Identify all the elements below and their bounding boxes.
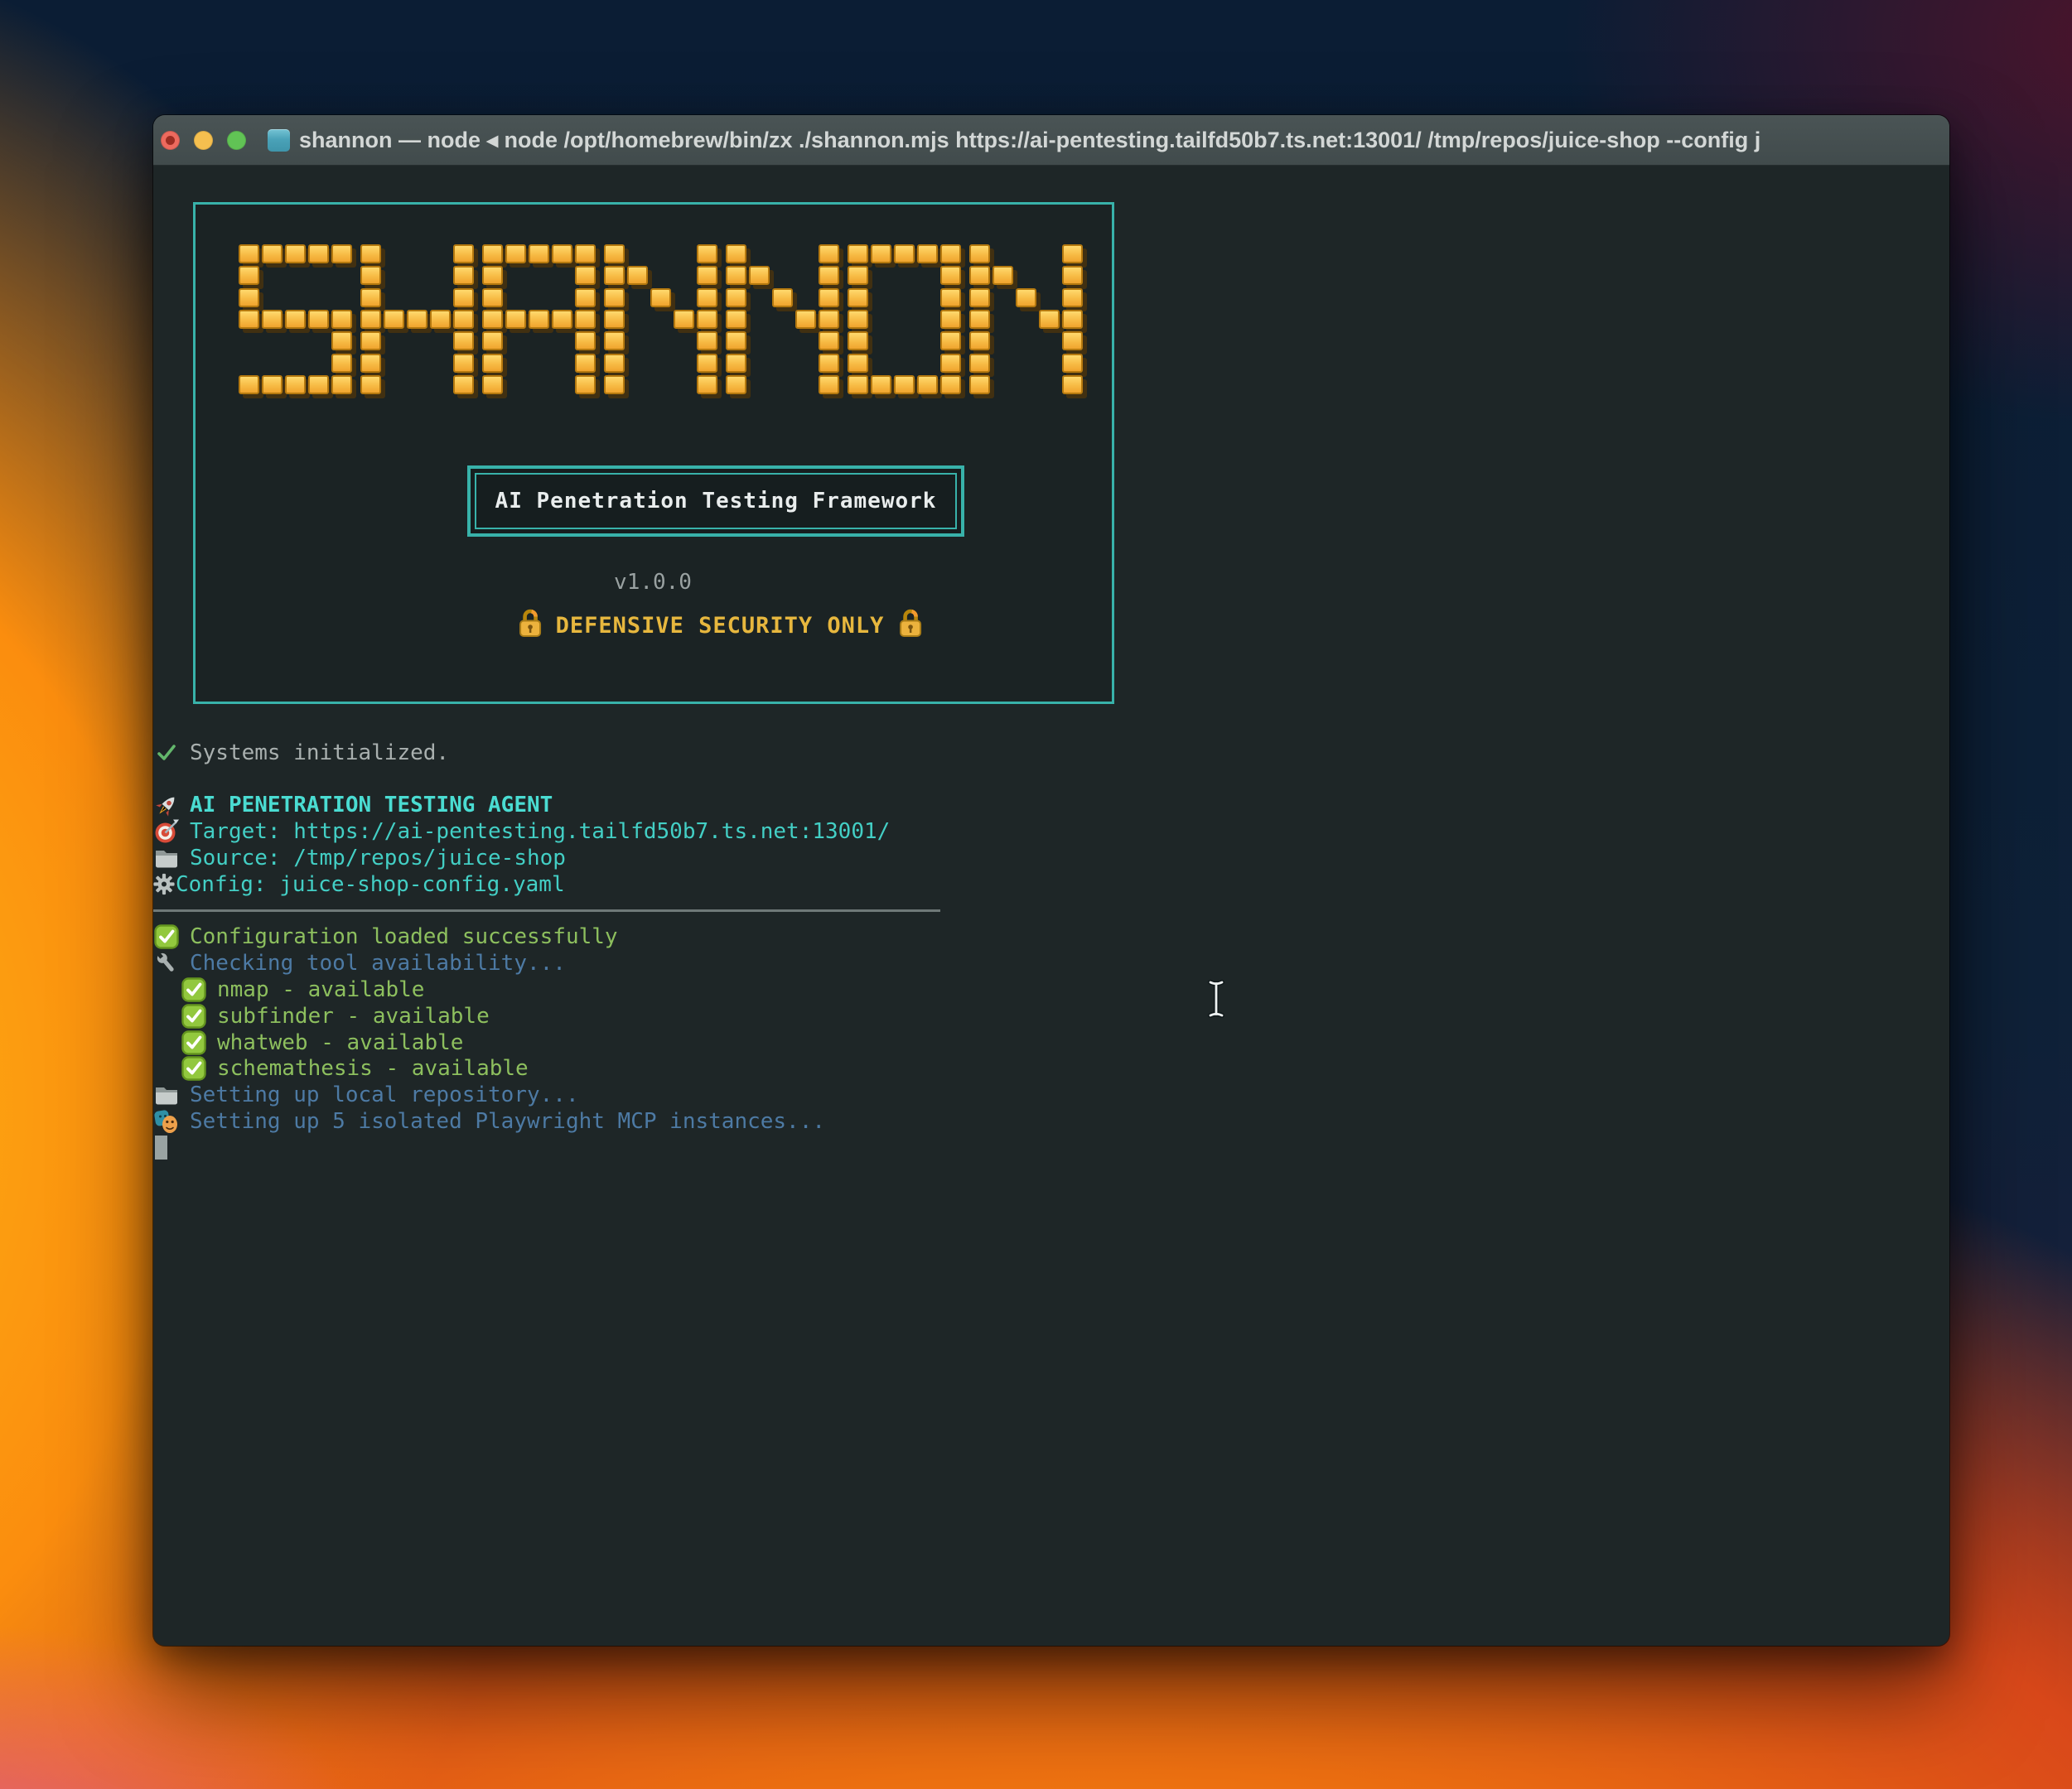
terminal-line-text: schemathesis - available — [217, 1056, 529, 1081]
terminal-line: subfinder - available — [153, 1003, 1941, 1030]
terminal-line-text: Source: /tmp/repos/juice-shop — [190, 846, 566, 870]
check-box-icon — [153, 924, 180, 949]
check-box-icon — [181, 1056, 207, 1081]
minimize-button[interactable] — [194, 131, 213, 150]
terminal-blank-line — [153, 766, 1941, 793]
terminal-line: Setting up local repository... — [153, 1082, 1941, 1108]
terminal-line: Config: juice-shop-config.yaml — [153, 871, 1941, 898]
terminal-line: Source: /tmp/repos/juice-shop — [153, 845, 1941, 871]
titlebar[interactable]: shannon — node ◂ node /opt/homebrew/bin/… — [153, 115, 1949, 166]
version-label: v1.0.0 — [614, 570, 692, 595]
terminal-line: Checking tool availability... — [153, 950, 1941, 976]
terminal-window: shannon — node ◂ node /opt/homebrew/bin/… — [153, 115, 1949, 1646]
ascii-letter-S — [238, 244, 354, 396]
terminal-line: AI PENETRATION TESTING AGENT — [153, 793, 1941, 819]
masks-icon — [153, 1108, 180, 1135]
ascii-letter-A — [481, 244, 597, 396]
lock-icon — [895, 607, 925, 644]
ascii-letter-N — [603, 244, 719, 396]
shannon-ascii-art — [238, 244, 1084, 396]
security-line: DEFENSIVE SECURITY ONLY — [515, 607, 925, 644]
terminal-line: whatweb - available — [153, 1030, 1941, 1056]
terminal-line-text: Setting up local repository... — [190, 1083, 579, 1107]
ascii-letter-N — [725, 244, 841, 396]
desktop-wallpaper: shannon — node ◂ node /opt/homebrew/bin/… — [0, 0, 2072, 1789]
terminal-output: Systems initialized. AI PENETRATION TESTI… — [153, 740, 1941, 1161]
terminal-content[interactable]: AI Penetration Testing Framework v1.0.0 … — [153, 166, 1949, 1646]
lock-icon — [515, 607, 545, 644]
i-beam-cursor — [1204, 978, 1229, 1020]
terminal-cursor-row — [153, 1135, 1941, 1161]
security-label: DEFENSIVE SECURITY ONLY — [556, 613, 885, 639]
terminal-line-text: nmap - available — [217, 977, 424, 1002]
terminal-line: Target: https://ai-pentesting.tailfd50b7… — [153, 818, 1941, 845]
terminal-line-text: Setting up 5 isolated Playwright MCP ins… — [190, 1109, 825, 1134]
terminal-divider — [153, 898, 1941, 924]
ascii-letter-N — [968, 244, 1084, 396]
close-icon — [166, 136, 175, 145]
banner-box: AI Penetration Testing Framework v1.0.0 … — [193, 202, 1114, 704]
terminal-line: schemathesis - available — [153, 1056, 1941, 1083]
terminal-line: Systems initialized. — [153, 740, 1941, 766]
check-mark-icon — [153, 742, 180, 764]
check-box-icon — [181, 977, 207, 1002]
wrench-icon — [153, 951, 180, 976]
traffic-lights — [161, 131, 246, 150]
terminal-line-text: subfinder - available — [217, 1004, 490, 1029]
terminal-line: Configuration loaded successfully — [153, 924, 1941, 951]
terminal-line-text: Configuration loaded successfully — [190, 924, 618, 949]
terminal-line: Setting up 5 isolated Playwright MCP ins… — [153, 1108, 1941, 1135]
zoom-button[interactable] — [227, 131, 246, 150]
terminal-line-text: whatweb - available — [217, 1030, 463, 1055]
framework-label: AI Penetration Testing Framework — [475, 473, 957, 529]
check-box-icon — [181, 1004, 207, 1029]
ascii-letter-H — [360, 244, 476, 396]
ascii-letter-O — [847, 244, 963, 396]
framework-box: AI Penetration Testing Framework — [467, 465, 964, 537]
target-icon — [153, 818, 180, 845]
folder-icon — [153, 1082, 180, 1108]
check-box-icon — [181, 1030, 207, 1055]
terminal-line-text: Config: juice-shop-config.yaml — [176, 872, 565, 897]
terminal-cursor — [155, 1136, 167, 1160]
terminal-proxy-icon — [268, 129, 290, 152]
terminal-line-text: Target: https://ai-pentesting.tailfd50b7… — [190, 819, 890, 844]
gear-icon — [153, 871, 175, 897]
window-title: shannon — node ◂ node /opt/homebrew/bin/… — [299, 115, 1946, 166]
terminal-line-text: Systems initialized. — [190, 740, 449, 765]
rocket-icon — [153, 793, 180, 819]
close-button[interactable] — [161, 131, 180, 150]
terminal-line-text: AI PENETRATION TESTING AGENT — [190, 793, 553, 817]
folder-icon — [153, 845, 180, 871]
terminal-line: nmap - available — [153, 976, 1941, 1003]
terminal-line-text: Checking tool availability... — [190, 951, 566, 976]
